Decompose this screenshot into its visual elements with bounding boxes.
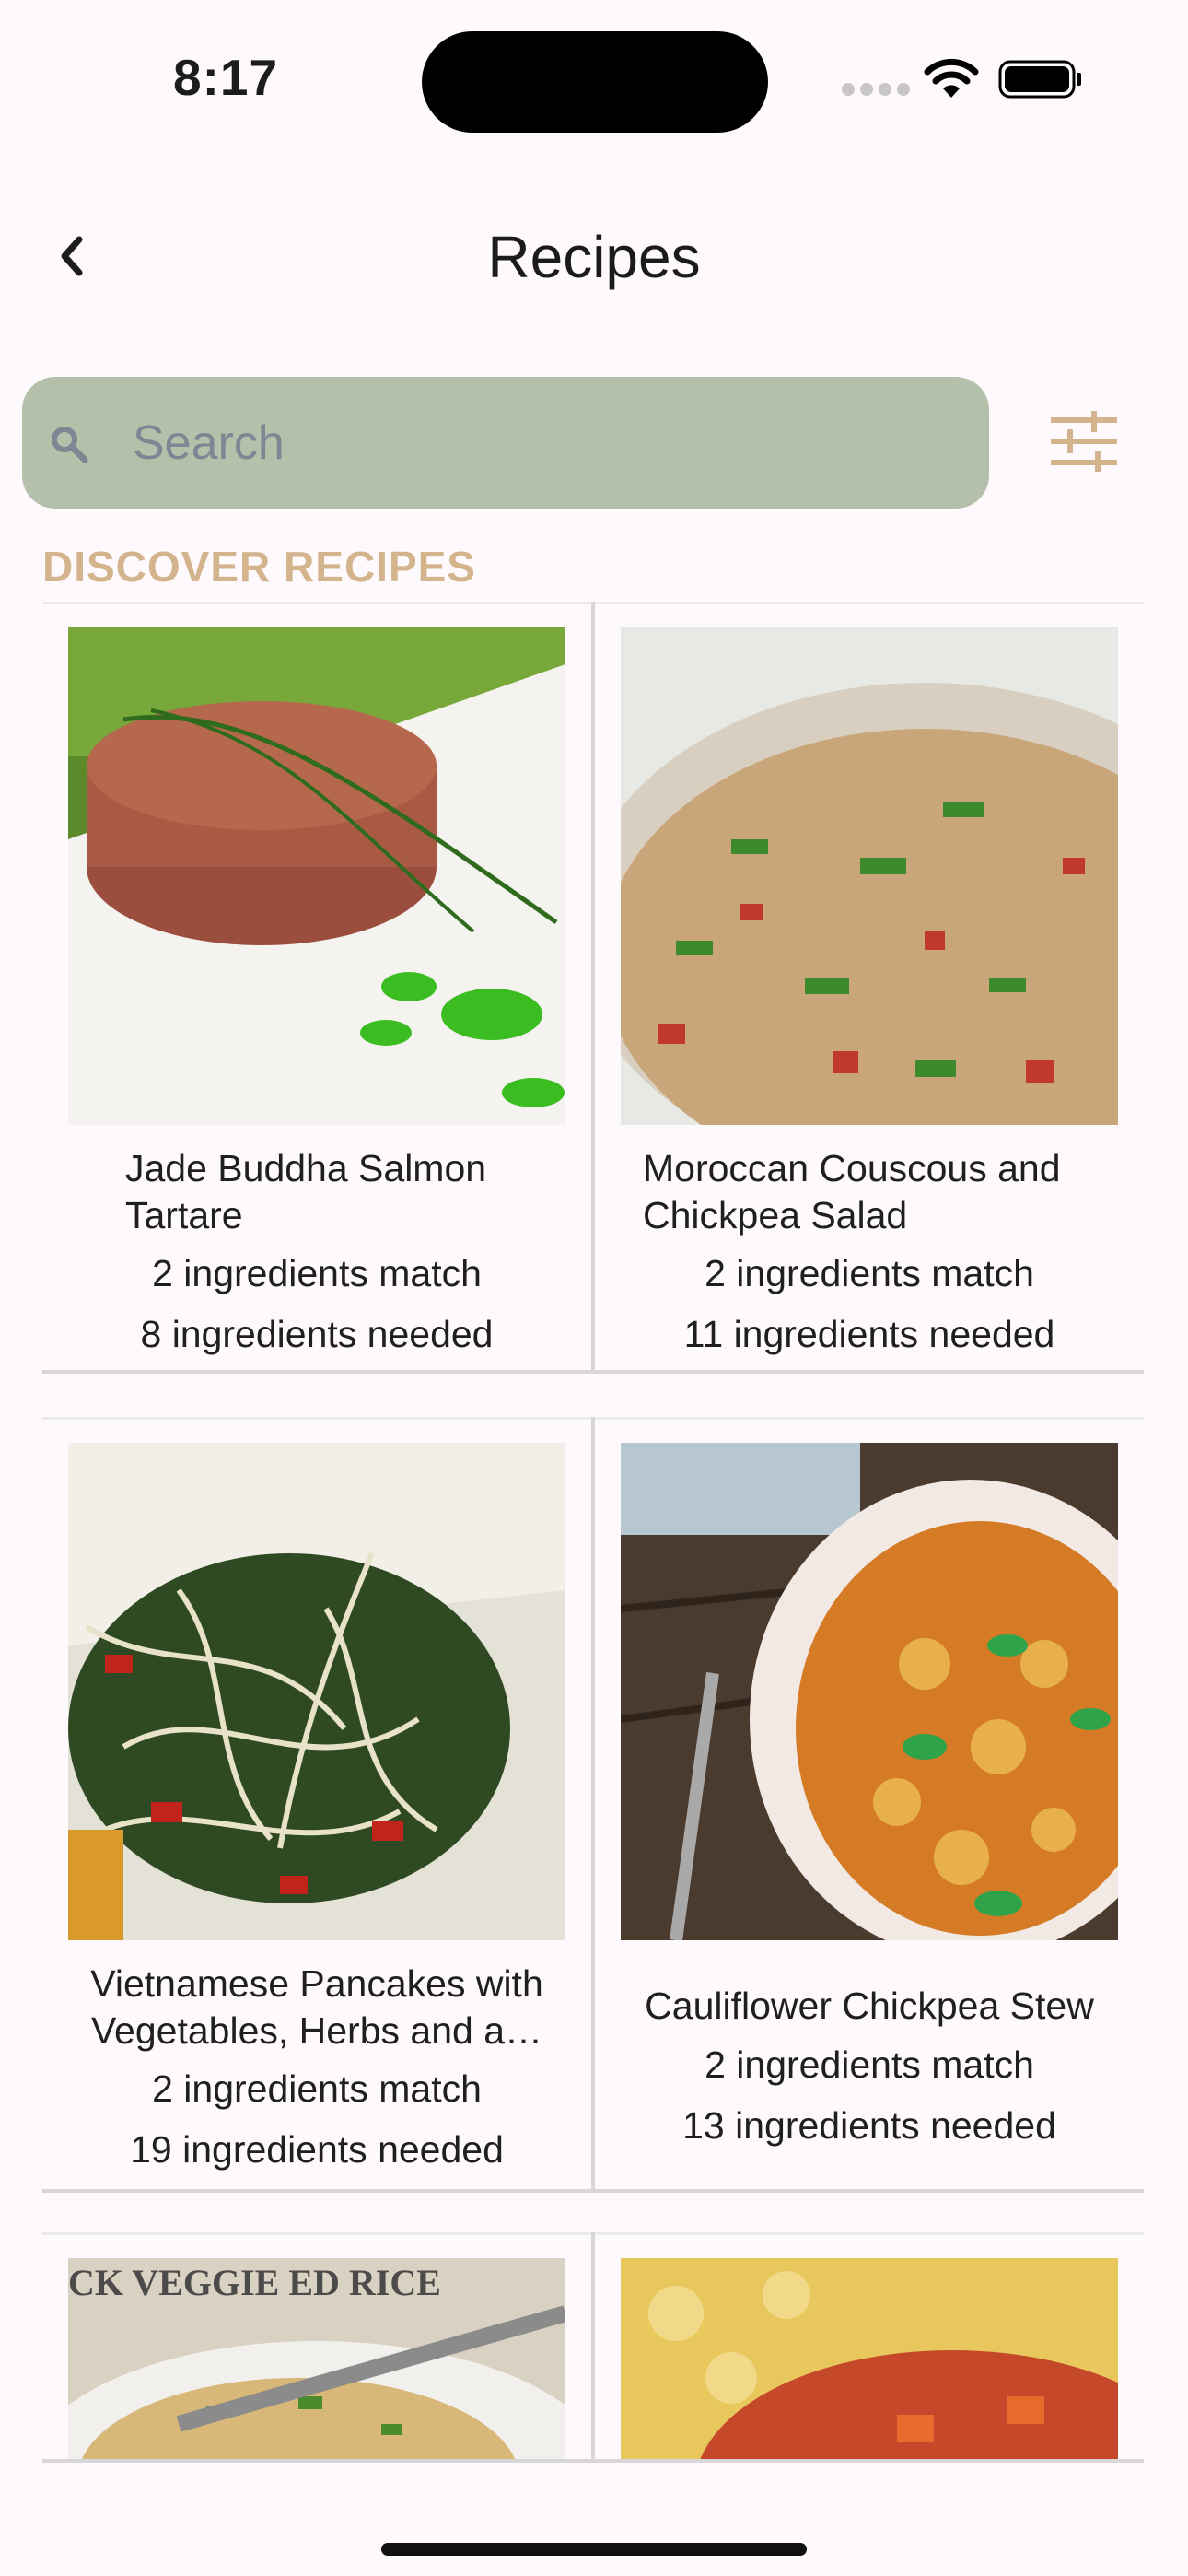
search-icon: [52, 427, 88, 463]
ingredients-match: 2 ingredients match: [705, 2043, 1034, 2086]
recipe-card[interactable]: Jade Buddha Salmon Tartare 2 ingredients…: [42, 602, 591, 1374]
ingredients-needed: 8 ingredients needed: [140, 1313, 494, 1355]
ingredients-match: 2 ingredients match: [705, 1252, 1034, 1294]
ingredients-needed: 13 ingredients needed: [682, 2104, 1056, 2147]
recipe-name: Vietnamese Pancakes with Vegetables, Her…: [90, 1962, 543, 2052]
filter-sliders-icon[interactable]: [1050, 411, 1118, 472]
ingredients-match: 2 ingredients match: [152, 2067, 482, 2110]
dynamic-island: [422, 31, 768, 133]
wifi-icon: [924, 58, 979, 98]
recipe-image: [621, 2258, 1118, 2463]
recipe-card[interactable]: [595, 2232, 1144, 2463]
recipe-name: Jade Buddha Salmon Tartare: [125, 1147, 487, 1236]
home-indicator[interactable]: [381, 2543, 807, 2556]
page-title: Recipes: [487, 224, 701, 290]
cellular-signal-icon: [842, 83, 915, 100]
search-input[interactable]: [133, 403, 943, 484]
search-bar[interactable]: [22, 377, 989, 509]
ingredients-match: 2 ingredients match: [152, 1252, 482, 1294]
image-text: CK VEGGIE ED RICE: [68, 2262, 441, 2303]
recipe-card[interactable]: Vietnamese Pancakes with Vegetables, Her…: [42, 1417, 591, 2193]
recipe-image: [621, 627, 1118, 1125]
recipe-image: [68, 1443, 565, 1940]
recipe-card[interactable]: Moroccan Couscous and Chickpea Salad 2 i…: [595, 602, 1144, 1374]
recipe-image: [68, 627, 565, 1125]
recipe-card[interactable]: CK VEGGIE ED RICE: [42, 2232, 591, 2463]
recipe-image: CK VEGGIE ED RICE: [68, 2258, 565, 2463]
status-time: 8:17: [173, 49, 279, 106]
recipe-name: Cauliflower Chickpea Stew: [645, 1985, 1094, 2027]
battery-icon: [998, 60, 1081, 99]
section-title: DISCOVER RECIPES: [42, 543, 476, 591]
ingredients-needed: 11 ingredients needed: [683, 1313, 1055, 1355]
recipe-card[interactable]: Cauliflower Chickpea Stew 2 ingredients …: [595, 1417, 1144, 2193]
recipe-image: [621, 1443, 1118, 1940]
ingredients-needed: 19 ingredients needed: [130, 2128, 504, 2171]
recipe-name: Moroccan Couscous and Chickpea Salad: [643, 1147, 1061, 1236]
